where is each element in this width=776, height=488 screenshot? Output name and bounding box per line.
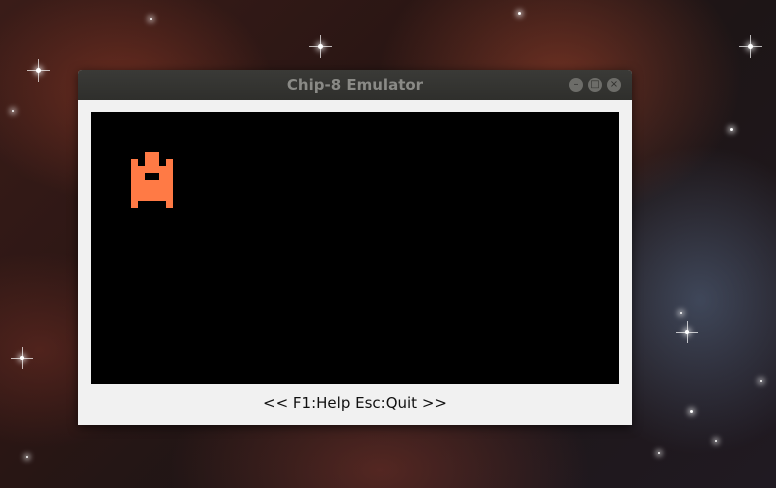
- star-decoration: [760, 380, 762, 382]
- star-decoration: [730, 128, 733, 131]
- star-decoration: [150, 18, 152, 20]
- star-decoration: [715, 440, 717, 442]
- star-decoration: [27, 59, 50, 82]
- close-button[interactable]: ×: [607, 78, 621, 92]
- star-decoration: [11, 347, 33, 369]
- star-decoration: [676, 321, 698, 343]
- star-decoration: [12, 110, 14, 112]
- maximize-button[interactable]: □: [588, 78, 602, 92]
- minimize-button[interactable]: –: [569, 78, 583, 92]
- star-decoration: [739, 35, 762, 58]
- window-title: Chip-8 Emulator: [286, 76, 424, 94]
- star-decoration: [658, 452, 660, 454]
- space-invader-tank-sprite-icon: [131, 152, 173, 208]
- star-decoration: [518, 12, 521, 15]
- window-titlebar[interactable]: Chip-8 Emulator – □ ×: [78, 70, 632, 100]
- star-decoration: [680, 312, 682, 314]
- star-decoration: [690, 410, 693, 413]
- emulator-display[interactable]: [91, 112, 619, 384]
- star-decoration: [26, 456, 28, 458]
- status-bar: << F1:Help Esc:Quit >>: [263, 394, 447, 412]
- emulator-window[interactable]: Chip-8 Emulator – □ × << F1:Help Esc:Qui…: [78, 70, 632, 425]
- star-decoration: [309, 35, 332, 58]
